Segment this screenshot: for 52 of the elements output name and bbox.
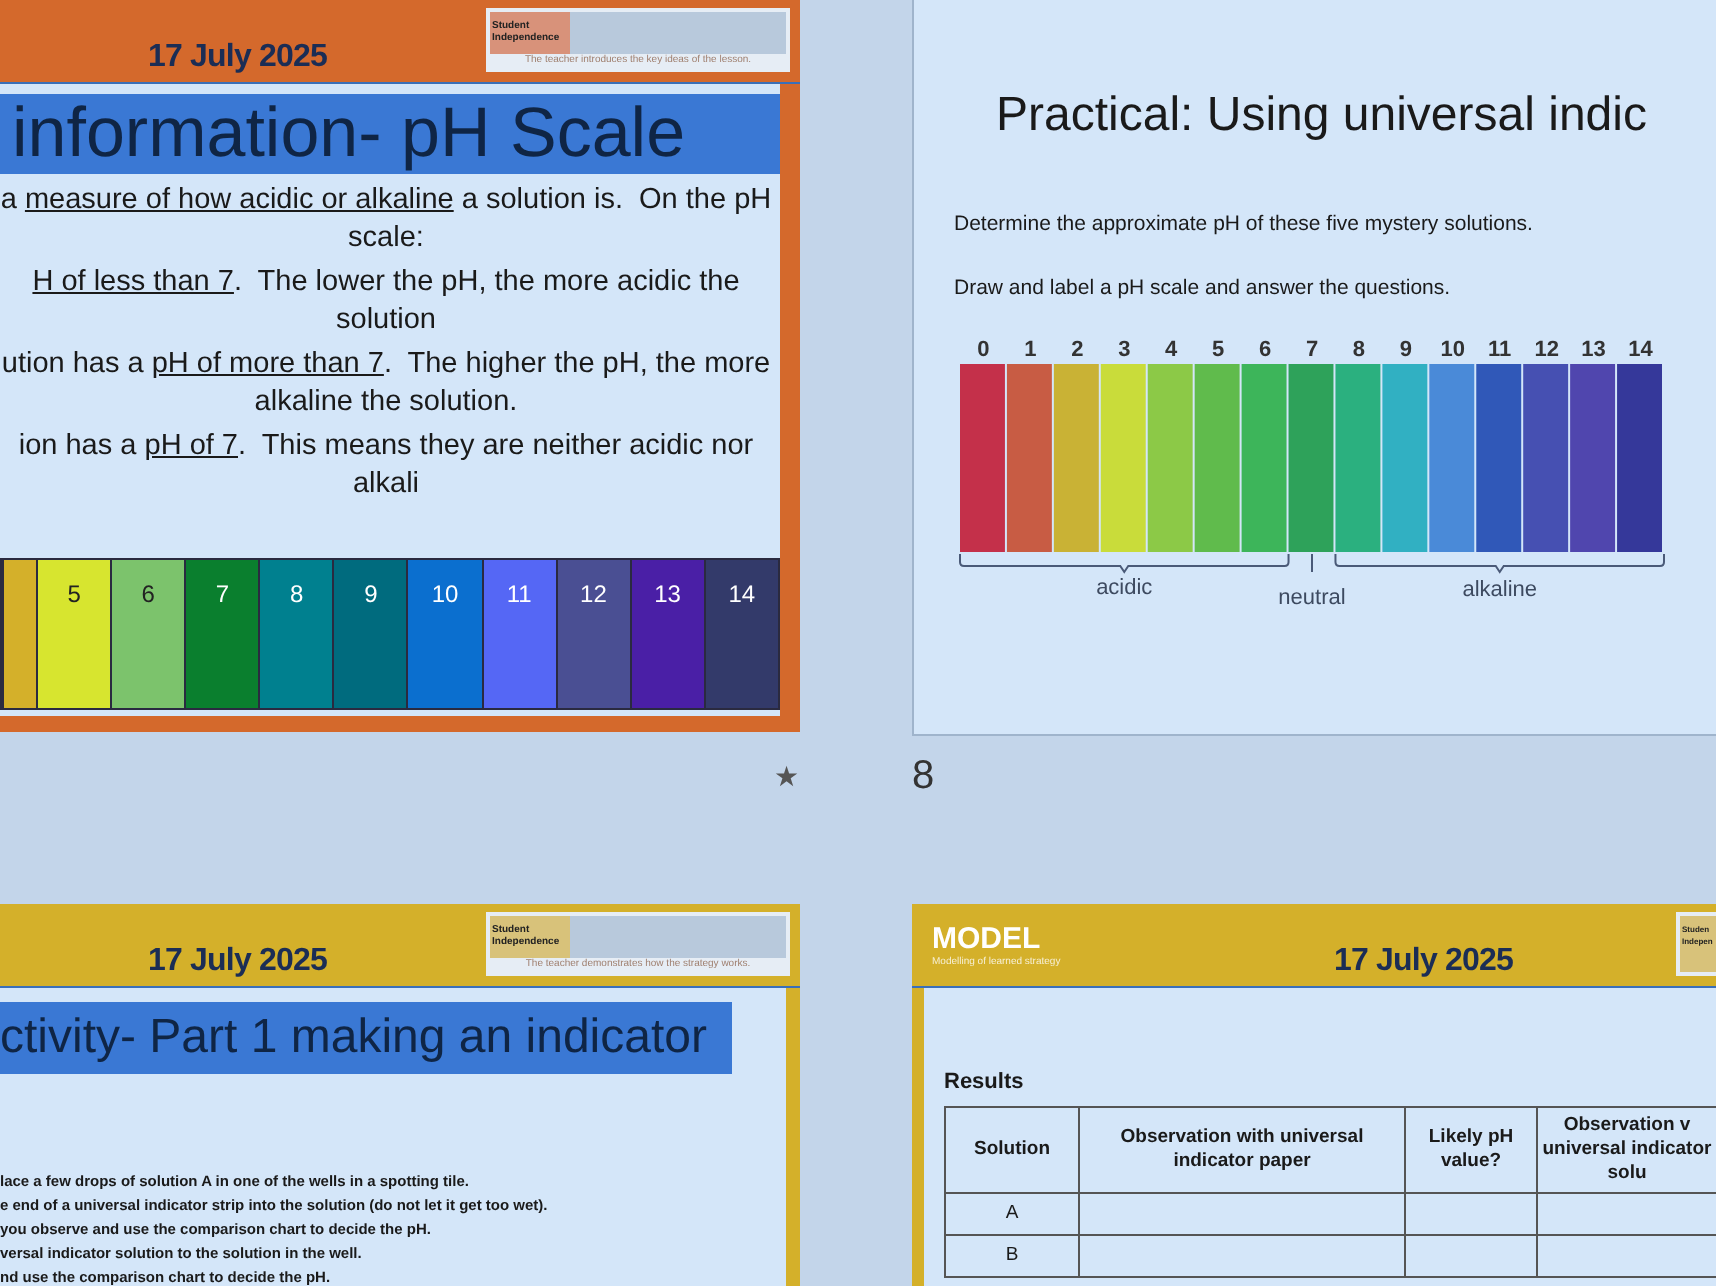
ph-cell: 8 [258, 560, 333, 708]
table-cell: B [945, 1235, 1079, 1277]
scale-number: 13 [1581, 338, 1606, 362]
body-paragraph: ion has a pH of 7. This means they are neither acidic nor alkali [16, 428, 756, 504]
slide-number: 8 [912, 756, 935, 796]
scale-number: 4 [1165, 338, 1178, 362]
scale-number: 5 [1212, 338, 1225, 362]
scale-number: 10 [1440, 338, 1466, 362]
body-paragraph: a measure of how acidic or alkaline a solution is. On the pH scale: [0, 182, 772, 258]
slide-thumbnail[interactable] [0, 0, 800, 732]
ph-cell: 11 [481, 560, 556, 708]
scale-label: acidic [1096, 576, 1153, 600]
slide-title: Practical: Using universal indic [996, 86, 1647, 146]
scale-label: alkaline [1462, 578, 1538, 602]
table-cell: A [945, 1193, 1079, 1235]
scale-number: 2 [1071, 338, 1084, 362]
column-header: Likely pH value? [1405, 1107, 1537, 1193]
scale-number: 8 [1352, 338, 1366, 362]
body-paragraph: ution has a pH of more than 7. The higher the pH, the more alkaline the solution. [0, 346, 772, 422]
column-header: Observation v universal indicator solu [1537, 1107, 1716, 1193]
ph-cell: 13 [629, 560, 704, 708]
scale-number: 3 [1118, 338, 1131, 362]
results-heading: Results [944, 1072, 1026, 1094]
column-header: Solution [945, 1107, 1079, 1193]
slide-title: ctivity- Part 1 making an indicator [0, 1002, 732, 1074]
scale-number: 0 [977, 338, 990, 362]
ph-cell: 10 [406, 560, 482, 708]
ph-cell: 9 [332, 560, 407, 708]
scale-number: 11 [1488, 338, 1512, 362]
ph-cell: 6 [110, 560, 185, 708]
slide-thumbnail[interactable] [912, 0, 1716, 736]
slide-date: 17 July 2025 [148, 946, 327, 978]
scale-number: 1 [1024, 338, 1037, 362]
slide-date: 17 July 2025 [1334, 946, 1513, 978]
ph-cell: 7 [184, 560, 259, 708]
ph-cell: 14 [703, 560, 778, 708]
scale-number: 12 [1534, 338, 1559, 362]
instruction-text: Determine the approximate pH of these five mystery solutions. [954, 210, 1533, 240]
instruction-text: Draw and label a pH scale and answer the questions. [954, 274, 1451, 304]
scale-number: 6 [1258, 338, 1272, 362]
slide-title: information- pH Scale [0, 94, 780, 174]
scale-number: 9 [1399, 338, 1412, 362]
scale-label: neutral [1278, 586, 1346, 608]
ph-cell: 12 [555, 560, 630, 708]
slide-thumbnail[interactable] [0, 904, 800, 1286]
scale-number: 7 [1305, 338, 1319, 362]
ph-cell: 5 [36, 560, 111, 708]
slide-date: 17 July 2025 [148, 42, 327, 74]
column-header: Observation with universal indicator paper [1079, 1107, 1405, 1193]
scale-number: 14 [1628, 338, 1653, 362]
animation-star-icon[interactable]: ★ [774, 762, 800, 790]
badge-title: MODEL [932, 924, 1043, 954]
